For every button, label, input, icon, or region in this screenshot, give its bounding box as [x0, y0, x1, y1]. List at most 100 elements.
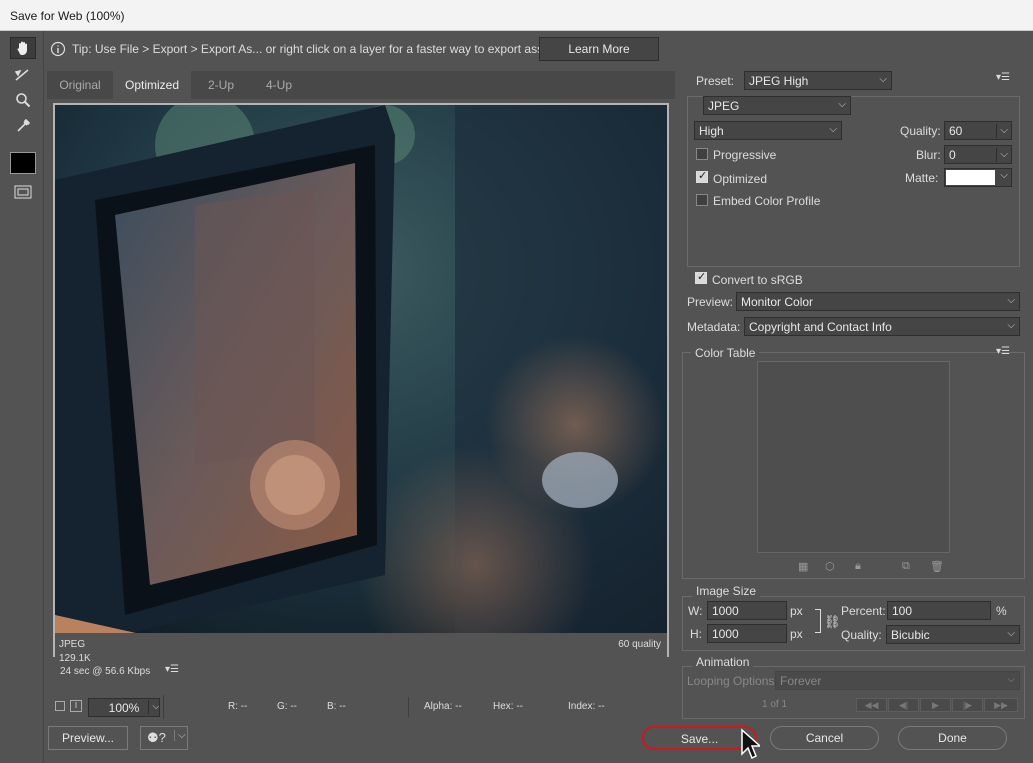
- image-file-size: 129.1K: [59, 653, 91, 664]
- compression-quality-select[interactable]: High ⌵: [694, 121, 842, 140]
- preview-button[interactable]: Preview...: [48, 726, 128, 750]
- tip-text: Tip: Use File > Export > Export As... or…: [72, 42, 560, 56]
- looping-options-label: Looping Options:: [687, 674, 778, 688]
- blur-label: Blur:: [916, 148, 941, 162]
- height-label: H:: [690, 627, 702, 641]
- cancel-button[interactable]: Cancel: [770, 726, 879, 750]
- learn-more-button[interactable]: Learn More: [539, 37, 659, 61]
- chevron-down-icon: ⌵: [838, 99, 846, 110]
- progressive-checkbox[interactable]: [696, 148, 708, 160]
- slice-select-tool-icon[interactable]: [10, 64, 36, 86]
- looping-options-select[interactable]: Forever ⌵: [775, 671, 1020, 690]
- zoom-tool-icon[interactable]: [10, 89, 36, 111]
- height-input[interactable]: 1000: [707, 624, 787, 643]
- readout-g: G: --: [277, 701, 297, 712]
- image-size-title: Image Size: [692, 584, 761, 598]
- optimized-checkbox[interactable]: [696, 169, 708, 183]
- constrain-bracket: [815, 609, 821, 633]
- timing-menu-icon[interactable]: ▾☰: [165, 664, 179, 675]
- chevron-down-icon: ⌵: [879, 74, 887, 85]
- animation-title: Animation: [692, 655, 754, 669]
- preview-image: [55, 105, 667, 655]
- width-input[interactable]: 1000: [707, 601, 787, 620]
- color-table-title: Color Table: [691, 346, 760, 360]
- image-format: JPEG: [59, 639, 86, 650]
- window-title: Save for Web (100%): [10, 9, 125, 23]
- tip-bar: Tip: Use File > Export > Export As... or…: [45, 35, 1031, 64]
- window-titlebar: Save for Web (100%): [0, 0, 1033, 31]
- done-button[interactable]: Done: [898, 726, 1007, 750]
- zoom-in-icon[interactable]: I: [70, 700, 82, 712]
- mouse-cursor-icon: [741, 728, 760, 760]
- chevron-down-icon[interactable]: ⌵: [148, 700, 159, 714]
- tool-strip: [0, 31, 44, 763]
- chevron-down-icon[interactable]: ⌵: [996, 124, 1008, 138]
- tab-optimized[interactable]: Optimized: [113, 71, 191, 99]
- chevron-down-icon: ⌵: [1007, 295, 1015, 306]
- embed-color-profile-label: Embed Color Profile: [713, 194, 821, 208]
- status-bar: I 100% ⌵ R: -- G: -- B: -- Alpha: -- Hex…: [47, 695, 675, 719]
- lock-icon[interactable]: 🔒︎: [855, 560, 861, 573]
- map-to-web-icon[interactable]: ▦: [798, 560, 808, 573]
- download-timing: 24 sec @ 56.6 Kbps: [60, 666, 151, 677]
- metadata-select[interactable]: Copyright and Contact Info ⌵: [744, 317, 1020, 336]
- image-quality-info: 60 quality: [618, 639, 661, 650]
- cube-icon[interactable]: ⬡: [825, 560, 835, 573]
- preset-select[interactable]: JPEG High ⌵: [744, 71, 892, 90]
- chevron-down-icon: ⌵: [829, 124, 837, 135]
- matte-label: Matte:: [905, 171, 939, 185]
- trash-icon[interactable]: 🗑︎: [930, 560, 944, 573]
- next-frame-icon[interactable]: |▶: [952, 698, 983, 712]
- tab-original[interactable]: Original: [47, 71, 113, 99]
- preview-browser-select[interactable]: ⚉? ⌵: [140, 726, 188, 750]
- eyedropper-color-swatch[interactable]: [10, 152, 36, 174]
- readout-b: B: --: [327, 701, 346, 712]
- color-table-menu-icon[interactable]: ▾☰: [996, 346, 1010, 357]
- preview-color-select[interactable]: Monitor Color ⌵: [736, 292, 1020, 311]
- chevron-down-icon: ⌵: [1000, 170, 1008, 181]
- optimized-label: Optimized: [713, 172, 768, 186]
- hand-tool-icon[interactable]: [10, 37, 36, 59]
- first-frame-icon[interactable]: ◀◀: [856, 698, 887, 712]
- readout-alpha: Alpha: --: [424, 701, 462, 712]
- optimized-image-preview[interactable]: [53, 103, 669, 657]
- last-frame-icon[interactable]: ▶▶: [984, 698, 1018, 712]
- chevron-down-icon[interactable]: ⌵: [996, 148, 1008, 162]
- new-color-icon[interactable]: ⧉: [902, 560, 910, 573]
- tab-4-up[interactable]: 4-Up: [251, 71, 307, 99]
- matte-color-select[interactable]: ⌵: [944, 168, 1012, 187]
- info-icon: [50, 41, 66, 57]
- embed-color-profile-checkbox[interactable]: [696, 194, 708, 206]
- tab-2-up[interactable]: 2-Up: [191, 71, 251, 99]
- metadata-label: Metadata:: [687, 320, 741, 334]
- play-icon[interactable]: ▶: [920, 698, 951, 712]
- readout-index: Index: --: [568, 701, 605, 712]
- optimize-menu-icon[interactable]: ▾☰: [996, 72, 1010, 83]
- preview-label: Preview:: [687, 295, 734, 309]
- eyedropper-tool-icon[interactable]: [10, 115, 36, 137]
- progressive-label: Progressive: [713, 148, 777, 162]
- chevron-down-icon[interactable]: ⌵: [174, 730, 186, 741]
- link-icon[interactable]: ⛓︎: [824, 614, 841, 630]
- file-format-select[interactable]: JPEG ⌵: [703, 96, 851, 115]
- preset-label: Preset:: [696, 74, 735, 88]
- readout-r: R: --: [228, 701, 248, 712]
- zoom-out-icon[interactable]: [55, 701, 65, 711]
- convert-srgb-label: Convert to sRGB: [712, 273, 803, 287]
- resample-quality-select[interactable]: Bicubic ⌵: [886, 625, 1020, 644]
- quality-input[interactable]: 60 ⌵: [944, 121, 1012, 140]
- convert-srgb-checkbox[interactable]: [695, 270, 707, 284]
- color-table-swatches: [757, 361, 950, 553]
- toggle-slices-icon[interactable]: [10, 181, 36, 203]
- previous-frame-icon[interactable]: ◀|: [888, 698, 919, 712]
- image-info-panel: JPEG 129.1K 60 quality: [55, 633, 667, 664]
- chevron-down-icon: ⌵: [1007, 320, 1015, 331]
- resample-quality-label: Quality:: [841, 628, 882, 642]
- percent-label: Percent:: [841, 604, 886, 618]
- zoom-level-select[interactable]: 100% ⌵: [88, 698, 160, 717]
- width-label: W:: [688, 604, 703, 618]
- percent-input[interactable]: 100: [887, 601, 991, 620]
- view-tabs: Original Optimized 2-Up 4-Up: [47, 71, 675, 99]
- percent-unit: %: [996, 604, 1007, 618]
- blur-input[interactable]: 0 ⌵: [944, 145, 1012, 164]
